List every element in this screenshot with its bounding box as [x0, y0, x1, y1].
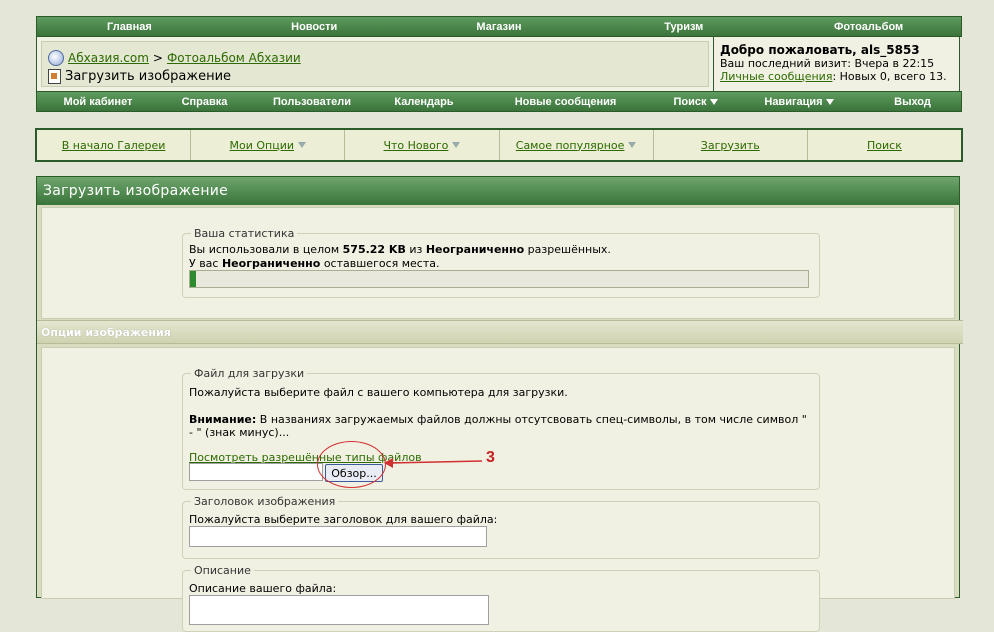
- file-fieldset: Файл для загрузки Пожалуйста выберите фа…: [182, 367, 820, 490]
- welcome-title: Добро пожаловать, als_5853: [720, 43, 920, 57]
- private-messages-link[interactable]: Личные сообщения: [720, 70, 832, 83]
- annotation-arrow-icon: [384, 458, 483, 468]
- top-nav-news[interactable]: Новости: [222, 21, 407, 33]
- user-nav: Мой кабинет Справка Пользователи Календа…: [36, 91, 962, 112]
- description-instruction: Описание вашего файла:: [189, 582, 337, 595]
- gallery-nav-my-options[interactable]: Мои Опции: [191, 130, 346, 160]
- user-nav-logout[interactable]: Выход: [864, 96, 961, 108]
- top-nav: Главная Новости Магазин Туризм Фотоальбо…: [36, 16, 962, 37]
- gallery-nav-search[interactable]: Поиск: [808, 130, 961, 160]
- breadcrumb-site-link[interactable]: Абхазия.com: [68, 51, 149, 65]
- top-nav-tourism[interactable]: Туризм: [591, 21, 776, 33]
- chevron-down-icon: [709, 98, 718, 105]
- navbar-box: Абхазия.com > Фотоальбом Абхазии Загрузи…: [36, 37, 960, 92]
- chevron-down-icon: [452, 142, 461, 148]
- welcome-box: Добро пожаловать, als_5853 Ваш последний…: [713, 37, 959, 91]
- breadcrumb-path: Абхазия.com > Фотоальбом Абхазии: [48, 50, 301, 66]
- title-instruction: Пожалуйста выберите заголовок для вашего…: [189, 513, 498, 526]
- breadcrumb-album-link[interactable]: Фотоальбом Абхазии: [167, 51, 301, 65]
- image-options-section: Файл для загрузки Пожалуйста выберите фа…: [41, 347, 955, 632]
- title-legend: Заголовок изображения: [191, 495, 339, 508]
- stats-remaining-line: У вас Неограниченно оставшегося места.: [189, 257, 440, 270]
- description-textarea[interactable]: [189, 595, 489, 625]
- chevron-down-icon: [628, 142, 637, 148]
- top-nav-home[interactable]: Главная: [37, 21, 222, 33]
- stats-usage-line: Вы использовали в целом 575.22 KB из Нео…: [189, 243, 611, 256]
- breadcrumb-separator: >: [152, 51, 163, 65]
- user-nav-cabinet[interactable]: Мой кабинет: [37, 96, 159, 108]
- page-title: Загрузить изображение: [48, 69, 231, 84]
- user-nav-help[interactable]: Справка: [159, 96, 250, 108]
- usage-progress-bar: [189, 270, 809, 288]
- description-legend: Описание: [191, 564, 254, 577]
- usage-progress-fill: [190, 271, 197, 287]
- gallery-nav-home[interactable]: В начало Галереи: [37, 130, 192, 160]
- user-nav-navigation[interactable]: Навигация: [734, 96, 864, 108]
- remaining-amount: Неограниченно: [221, 257, 321, 270]
- file-warning: Внимание: В названиях загружаемых файлов…: [189, 413, 807, 426]
- file-instruction: Пожалуйста выберите файл с вашего компью…: [189, 386, 568, 399]
- breadcrumb: Абхазия.com > Фотоальбом Абхазии Загрузи…: [41, 41, 709, 87]
- title-fieldset: Заголовок изображения Пожалуйста выберит…: [182, 495, 820, 559]
- gallery-nav-popular[interactable]: Самое популярное: [500, 130, 654, 160]
- stats-section: Ваша статистика Вы использовали в целом …: [41, 207, 955, 319]
- gallery-nav-whats-new[interactable]: Что Нового: [345, 130, 500, 160]
- pm-status: Личные сообщения: Новых 0, всего 13.: [720, 70, 959, 83]
- annotation-label: 3: [486, 449, 495, 466]
- description-fieldset: Описание Описание вашего файла:: [182, 564, 820, 632]
- top-nav-shop[interactable]: Магазин: [407, 21, 592, 33]
- chevron-down-icon: [298, 142, 307, 148]
- file-warning-cont: - " (знак минус)...: [189, 426, 290, 439]
- document-icon: [48, 69, 61, 84]
- top-nav-photoalbum[interactable]: Фотоальбом: [776, 21, 961, 33]
- gallery-nav-upload[interactable]: Загрузить: [654, 130, 808, 160]
- page-title-text: Загрузить изображение: [65, 69, 232, 84]
- file-path-input[interactable]: [189, 463, 323, 481]
- used-amount: 575.22 KB: [342, 243, 406, 256]
- pm-counts: : Новых 0, всего 13.: [832, 70, 947, 83]
- image-options-title: Опции изображения: [37, 320, 963, 344]
- last-visit: Ваш последний визит: Вчера в 22:15: [720, 57, 935, 70]
- user-nav-search[interactable]: Поиск: [657, 96, 734, 108]
- panel-title: Загрузить изображение: [37, 177, 959, 205]
- upload-panel: Загрузить изображение Ваша статистика Вы…: [36, 176, 963, 632]
- annotation-ellipse: [317, 441, 386, 488]
- gallery-nav: В начало Галереи Мои Опции Что Нового Са…: [35, 128, 963, 162]
- stats-legend: Ваша статистика: [191, 227, 298, 240]
- file-legend: Файл для загрузки: [191, 367, 308, 380]
- chevron-down-icon: [825, 98, 834, 105]
- image-title-input[interactable]: [189, 526, 487, 547]
- user-nav-new-posts[interactable]: Новые сообщения: [474, 96, 657, 108]
- user-nav-calendar[interactable]: Календарь: [374, 96, 474, 108]
- limit-amount: Неограниченно: [425, 243, 525, 256]
- stats-fieldset: Ваша статистика Вы использовали в целом …: [182, 227, 820, 298]
- site-home-icon[interactable]: [48, 50, 64, 66]
- user-nav-members[interactable]: Пользователи: [250, 96, 374, 108]
